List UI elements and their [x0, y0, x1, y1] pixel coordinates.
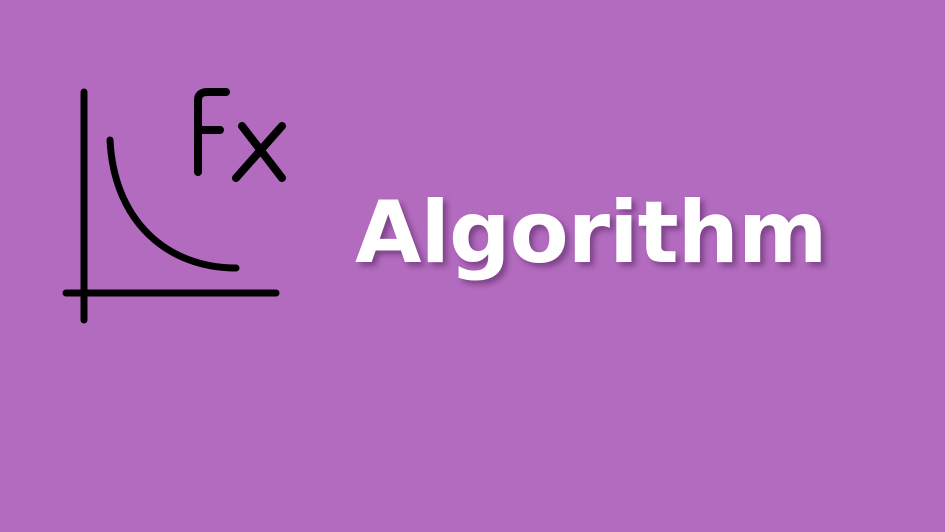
letter-f: [194, 88, 230, 176]
function-graph-icon: [58, 82, 290, 327]
page-title: Algorithm: [355, 183, 828, 283]
decay-curve: [106, 136, 240, 272]
letter-x: [232, 122, 286, 182]
banner: Algorithm: [0, 0, 945, 532]
